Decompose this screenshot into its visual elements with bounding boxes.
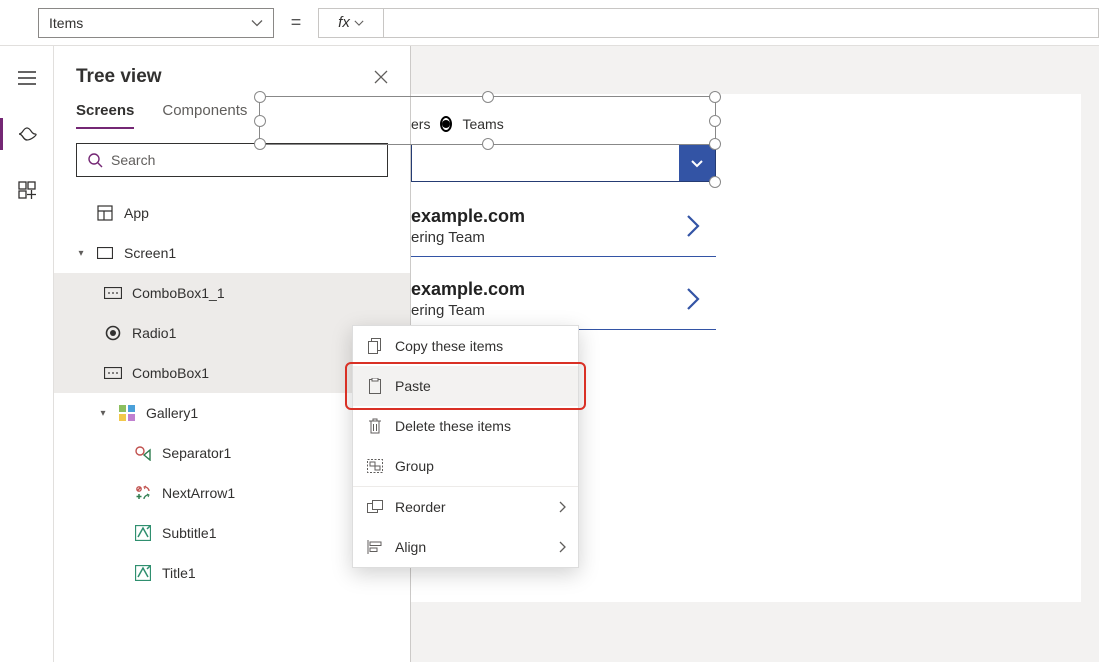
tab-screens[interactable]: Screens bbox=[76, 102, 134, 129]
gallery-item-title: example.com bbox=[411, 206, 716, 227]
tree-label: Separator1 bbox=[162, 445, 231, 461]
gallery-item-subtitle: ering Team bbox=[411, 302, 716, 319]
formula-bar: Items = fx bbox=[0, 0, 1099, 46]
tree-node-app[interactable]: App bbox=[54, 193, 410, 233]
tree-view-icon[interactable] bbox=[17, 124, 37, 144]
reorder-icon bbox=[367, 499, 383, 515]
resize-handle[interactable] bbox=[709, 115, 721, 127]
context-menu: Copy these items Paste Delete these item… bbox=[352, 325, 579, 568]
chevron-right-icon bbox=[558, 541, 566, 553]
label-icon bbox=[134, 524, 152, 542]
resize-handle[interactable] bbox=[482, 91, 494, 103]
caret-down-icon[interactable]: ▾ bbox=[76, 248, 86, 259]
menu-label: Delete these items bbox=[395, 418, 511, 434]
tree-label: Gallery1 bbox=[146, 405, 198, 421]
fx-button[interactable]: fx bbox=[318, 8, 384, 38]
menu-item-paste[interactable]: Paste bbox=[353, 366, 578, 406]
chevron-right-icon[interactable] bbox=[684, 286, 702, 312]
align-icon bbox=[367, 539, 383, 555]
resize-handle[interactable] bbox=[709, 176, 721, 188]
equals-label: = bbox=[274, 12, 318, 33]
label-icon bbox=[134, 564, 152, 582]
gallery-item[interactable]: example.com ering Team bbox=[411, 196, 716, 257]
trash-icon bbox=[367, 418, 383, 434]
search-icon bbox=[87, 152, 103, 168]
chevron-down-icon bbox=[251, 17, 263, 29]
combobox-icon bbox=[104, 364, 122, 382]
group-icon bbox=[367, 458, 383, 474]
tree-label: Title1 bbox=[162, 565, 196, 581]
resize-handle[interactable] bbox=[254, 91, 266, 103]
selected-controls-group[interactable]: ers Teams bbox=[411, 96, 716, 182]
tree-label: Radio1 bbox=[132, 325, 176, 341]
tree-label: Subtitle1 bbox=[162, 525, 216, 541]
menu-label: Reorder bbox=[395, 499, 446, 515]
combobox-icon bbox=[104, 284, 122, 302]
combobox-chevron-button[interactable] bbox=[679, 144, 715, 181]
combobox-field[interactable] bbox=[412, 144, 679, 181]
tab-components[interactable]: Components bbox=[162, 102, 247, 129]
menu-item-reorder[interactable]: Reorder bbox=[353, 487, 578, 527]
app-icon bbox=[96, 204, 114, 222]
menu-item-delete[interactable]: Delete these items bbox=[353, 406, 578, 446]
resize-handle[interactable] bbox=[709, 91, 721, 103]
tree-node-combobox1-1[interactable]: ComboBox1_1 bbox=[54, 273, 410, 313]
tree-label: ComboBox1_1 bbox=[132, 285, 225, 301]
tree-node-screen1[interactable]: ▾ Screen1 bbox=[54, 233, 410, 273]
gallery-item[interactable]: example.com ering Team bbox=[411, 269, 716, 330]
combobox-control[interactable] bbox=[411, 144, 716, 182]
resize-handle[interactable] bbox=[254, 115, 266, 127]
hamburger-icon[interactable] bbox=[17, 68, 37, 88]
tree-label: ComboBox1 bbox=[132, 365, 209, 381]
radio-option-teams: Teams bbox=[462, 116, 503, 132]
screen-icon bbox=[96, 244, 114, 262]
tree-label: App bbox=[124, 205, 149, 221]
copy-icon bbox=[367, 338, 383, 354]
menu-item-align[interactable]: Align bbox=[353, 527, 578, 567]
tree-label: NextArrow1 bbox=[162, 485, 235, 501]
menu-label: Group bbox=[395, 458, 434, 474]
radio-icon bbox=[104, 324, 122, 342]
menu-item-group[interactable]: Group bbox=[353, 446, 578, 486]
menu-item-copy[interactable]: Copy these items bbox=[353, 326, 578, 366]
menu-label: Paste bbox=[395, 378, 431, 394]
tree-label: Screen1 bbox=[124, 245, 176, 261]
gallery-icon bbox=[118, 404, 136, 422]
chevron-right-icon[interactable] bbox=[684, 213, 702, 239]
resize-handle[interactable] bbox=[482, 138, 494, 150]
property-dropdown[interactable]: Items bbox=[38, 8, 274, 38]
menu-label: Copy these items bbox=[395, 338, 503, 354]
caret-down-icon[interactable]: ▾ bbox=[98, 408, 108, 419]
tree-view-title: Tree view bbox=[76, 66, 162, 88]
gallery-item-title: example.com bbox=[411, 279, 716, 300]
left-rail bbox=[0, 46, 54, 662]
resize-handle[interactable] bbox=[254, 138, 266, 150]
chevron-right-icon bbox=[558, 501, 566, 513]
resize-handle[interactable] bbox=[709, 138, 721, 150]
formula-input[interactable] bbox=[384, 8, 1099, 38]
insert-icon[interactable] bbox=[17, 180, 37, 200]
property-dropdown-value: Items bbox=[49, 15, 83, 31]
close-icon[interactable] bbox=[374, 70, 388, 84]
fx-label: fx bbox=[338, 14, 350, 31]
paste-icon bbox=[367, 378, 383, 394]
nextarrow-icon bbox=[134, 484, 152, 502]
separator-icon bbox=[134, 444, 152, 462]
gallery-item-subtitle: ering Team bbox=[411, 229, 716, 246]
tree-search[interactable] bbox=[76, 143, 388, 177]
tree-search-input[interactable] bbox=[111, 152, 377, 168]
radio-option-partial: ers bbox=[411, 116, 430, 132]
menu-label: Align bbox=[395, 539, 426, 555]
